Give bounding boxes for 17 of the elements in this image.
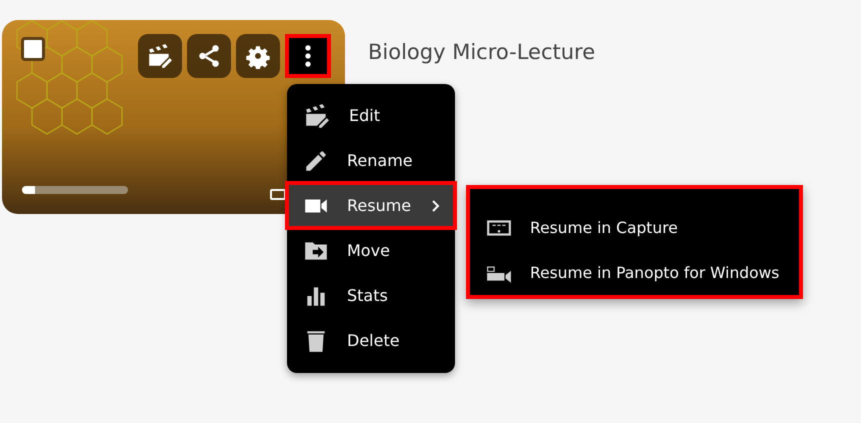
- submenu-item[interactable]: Resume in Capture: [484, 205, 789, 250]
- more-icon: [305, 45, 311, 67]
- menu-item[interactable]: Rename: [287, 138, 455, 183]
- settings-button[interactable]: [236, 34, 280, 78]
- menu-item[interactable]: Delete: [287, 318, 455, 363]
- menu-item[interactable]: Move: [287, 228, 455, 273]
- clapperboard-pencil-icon: [303, 102, 331, 128]
- checkbox[interactable]: [21, 37, 45, 61]
- clapperboard-pencil-icon: [146, 43, 174, 69]
- menu-item[interactable]: Stats: [287, 273, 455, 318]
- gear-icon: [245, 43, 271, 69]
- more-button[interactable]: [285, 34, 331, 78]
- menu-item[interactable]: Resume: [287, 183, 455, 228]
- submenu-item[interactable]: Resume in Panopto for Windows: [484, 250, 789, 295]
- edit-button[interactable]: [138, 34, 182, 78]
- menu-item[interactable]: Edit: [287, 93, 455, 138]
- share-button[interactable]: [187, 34, 231, 78]
